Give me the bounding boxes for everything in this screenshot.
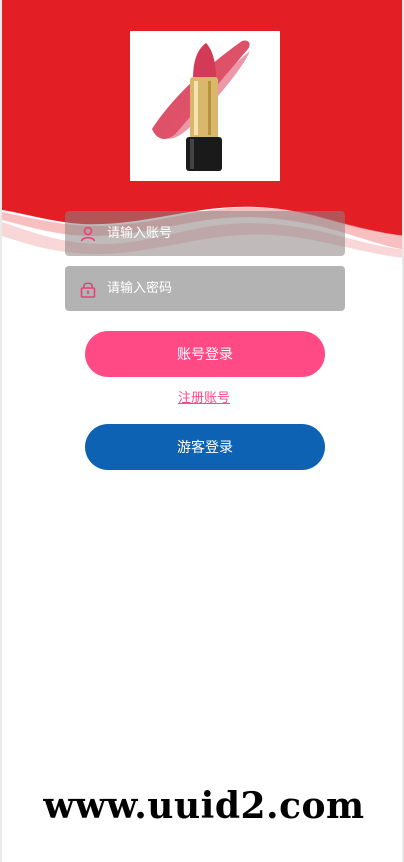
user-icon: [79, 225, 97, 243]
account-input[interactable]: [107, 226, 327, 241]
password-field[interactable]: [65, 266, 345, 311]
guest-login-button[interactable]: 游客登录: [85, 424, 325, 470]
password-input[interactable]: [107, 281, 327, 296]
register-link[interactable]: 注册账号: [2, 387, 402, 406]
login-page: 账号登录 注册账号 游客登录 www.uuid2.com: [0, 0, 404, 862]
watermark: www.uuid2.com: [43, 785, 365, 827]
product-image: [130, 31, 280, 181]
lipstick-icon: [130, 31, 280, 181]
account-field[interactable]: [65, 211, 345, 256]
lock-icon: [79, 280, 97, 298]
account-login-button[interactable]: 账号登录: [85, 331, 325, 377]
